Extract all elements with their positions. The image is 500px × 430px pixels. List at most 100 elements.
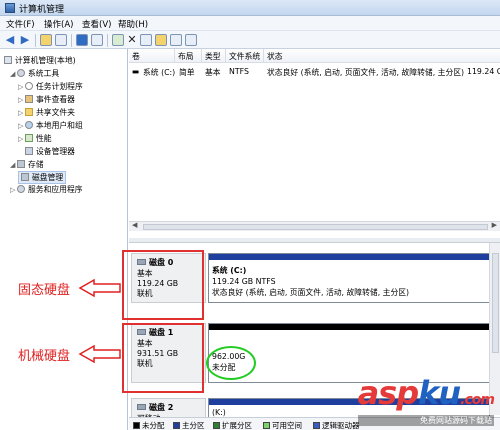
tree-item-event-viewer[interactable]: ▷ 事件查看器 bbox=[18, 94, 75, 105]
toolbar: ◀ ▶ ✕ bbox=[0, 31, 500, 49]
disk-name: 磁盘 2 bbox=[149, 403, 174, 412]
tree-item-task-scheduler[interactable]: ▷ 任务计划程序 bbox=[18, 81, 83, 92]
cell-type: 基本 bbox=[205, 68, 221, 77]
ssd-annotation-label: 固态硬盘 bbox=[18, 283, 71, 298]
refresh-icon[interactable] bbox=[112, 34, 124, 46]
tree-item-system-tools[interactable]: ◢ 系统工具 bbox=[10, 68, 59, 79]
arrow-left-icon bbox=[78, 278, 121, 298]
view-icon[interactable] bbox=[185, 34, 197, 46]
properties-icon[interactable] bbox=[91, 34, 103, 46]
computer-management-icon bbox=[5, 3, 15, 13]
tree-item-computer-management[interactable]: 计算机管理(本地) bbox=[4, 55, 76, 66]
tree-item-services[interactable]: ▷ 服务和应用程序 bbox=[10, 184, 83, 195]
legend-swatch bbox=[313, 422, 320, 429]
legend-item: 逻辑驱动器 bbox=[313, 420, 360, 430]
legend-swatch bbox=[263, 422, 270, 429]
clock-icon bbox=[25, 82, 33, 90]
unallocated-bar bbox=[209, 324, 489, 330]
legend-swatch bbox=[213, 422, 220, 429]
menu-view[interactable]: 查看(V) bbox=[82, 18, 111, 30]
menu-help[interactable]: 帮助(H) bbox=[118, 18, 148, 30]
partition-label: 系统 (C:) bbox=[212, 266, 247, 275]
expand-arrow-icon[interactable]: ▷ bbox=[18, 96, 25, 104]
legend-item: 未分配 bbox=[133, 420, 165, 430]
toolbar-separator bbox=[35, 34, 36, 47]
expand-arrow-icon[interactable]: ▷ bbox=[18, 135, 25, 143]
ssd-highlight-box bbox=[122, 250, 204, 320]
up-folder-icon[interactable] bbox=[40, 34, 52, 46]
forward-icon[interactable]: ▶ bbox=[19, 34, 31, 46]
partition-size: 119.24 GB NTFS bbox=[212, 277, 276, 286]
disk-management-icon bbox=[21, 173, 29, 181]
column-header-status[interactable]: 状态 bbox=[264, 49, 500, 63]
unallocated-highlight-circle bbox=[206, 346, 256, 380]
back-icon[interactable]: ◀ bbox=[4, 34, 16, 46]
table-row[interactable]: ▬ 系统 (C:) 简单 基本 NTFS 状态良好 (系统, 启动, 页面文件,… bbox=[129, 67, 500, 79]
services-icon bbox=[17, 185, 25, 193]
cell-layout: 简单 bbox=[179, 68, 195, 77]
legend-item: 扩展分区 bbox=[213, 420, 252, 430]
collapse-arrow-icon[interactable]: ◢ bbox=[10, 161, 17, 169]
window-title: 计算机管理 bbox=[19, 5, 65, 15]
tools-icon bbox=[17, 69, 25, 77]
partition-c[interactable]: 系统 (C:) 119.24 GB NTFS 状态良好 (系统, 启动, 页面文… bbox=[208, 253, 490, 303]
expand-arrow-icon[interactable]: ▷ bbox=[10, 186, 17, 194]
collapse-arrow-icon[interactable]: ◢ bbox=[10, 70, 17, 78]
cell-volume: 系统 (C:) bbox=[143, 68, 176, 77]
hdd-highlight-box bbox=[122, 323, 204, 393]
cell-filesystem: NTFS bbox=[229, 67, 249, 76]
column-header-filesystem[interactable]: 文件系统 bbox=[226, 49, 264, 63]
legend-item: 主分区 bbox=[173, 420, 205, 430]
users-icon bbox=[25, 121, 33, 129]
title-bar: 计算机管理 bbox=[0, 0, 500, 16]
toolbar-separator bbox=[71, 34, 72, 47]
primary-partition-bar bbox=[209, 254, 489, 260]
event-log-icon bbox=[25, 95, 33, 103]
horizontal-scrollbar[interactable]: ◀ ▶ bbox=[129, 221, 500, 231]
storage-icon bbox=[17, 160, 25, 168]
column-header-layout[interactable]: 布局 bbox=[175, 49, 202, 63]
volume-list: 卷 布局 类型 文件系统 状态 ▬ 系统 (C:) 简单 基本 NTFS 状态良… bbox=[129, 49, 500, 231]
help-icon[interactable] bbox=[76, 34, 88, 46]
expand-arrow-icon[interactable]: ▷ bbox=[18, 109, 25, 117]
partition-status: 状态良好 (系统, 启动, 页面文件, 活动, 故障转储, 主分区) bbox=[212, 288, 410, 297]
column-header-volume[interactable]: 卷 bbox=[129, 49, 175, 63]
tree-item-performance[interactable]: ▷ 性能 bbox=[18, 133, 52, 144]
tree-item-device-manager[interactable]: 设备管理器 bbox=[25, 146, 75, 157]
disk-2-info[interactable]: 磁盘 2 可移动 bbox=[131, 398, 206, 423]
column-header-type[interactable]: 类型 bbox=[202, 49, 226, 63]
menu-action[interactable]: 操作(A) bbox=[44, 18, 73, 30]
legend-swatch bbox=[133, 422, 140, 429]
tree-item-storage[interactable]: ◢ 存储 bbox=[10, 159, 44, 170]
cell-capacity: 119.24 GB bbox=[467, 67, 500, 76]
tree-item-shared-folders[interactable]: ▷ 共享文件夹 bbox=[18, 107, 75, 118]
arrow-left-icon bbox=[78, 344, 121, 364]
legend-swatch bbox=[173, 422, 180, 429]
toolbar-separator bbox=[107, 34, 108, 47]
scrollbar-thumb[interactable] bbox=[492, 253, 499, 353]
watermark-logo: aspku.com 免费网站源码下载站 bbox=[357, 374, 495, 426]
device-manager-icon bbox=[25, 147, 33, 155]
menu-bar: 文件(F) 操作(A) 查看(V) 帮助(H) bbox=[0, 16, 500, 31]
cell-status: 状态良好 (系统, 启动, 页面文件, 活动, 故障转储, 主分区) bbox=[267, 68, 465, 77]
performance-icon bbox=[25, 134, 33, 142]
menu-file[interactable]: 文件(F) bbox=[6, 18, 35, 30]
open-icon[interactable] bbox=[155, 34, 167, 46]
show-hide-tree-icon[interactable] bbox=[55, 34, 67, 46]
scroll-right-icon[interactable]: ▶ bbox=[492, 221, 497, 229]
navigation-tree: 计算机管理(本地) ◢ 系统工具 ▷ 任务计划程序 ▷ 事件查看器 ▷ 共享文件夹 ▷ 本… bbox=[0, 49, 128, 430]
shared-folder-icon bbox=[25, 108, 33, 116]
expand-arrow-icon[interactable]: ▷ bbox=[18, 122, 25, 130]
scroll-left-icon[interactable]: ◀ bbox=[132, 221, 137, 229]
hdd-annotation-label: 机械硬盘 bbox=[18, 349, 71, 364]
disk-icon bbox=[137, 404, 146, 410]
tree-item-disk-management[interactable]: 磁盘管理 bbox=[18, 171, 67, 184]
legend-item: 可用空间 bbox=[263, 420, 302, 430]
delete-icon[interactable]: ✕ bbox=[126, 34, 138, 46]
scrollbar-thumb[interactable] bbox=[143, 224, 488, 230]
rescan-icon[interactable] bbox=[170, 34, 182, 46]
computer-icon bbox=[4, 56, 12, 64]
tree-item-local-users[interactable]: ▷ 本地用户和组 bbox=[18, 120, 83, 131]
expand-arrow-icon[interactable]: ▷ bbox=[18, 83, 25, 91]
export-icon[interactable] bbox=[140, 34, 152, 46]
